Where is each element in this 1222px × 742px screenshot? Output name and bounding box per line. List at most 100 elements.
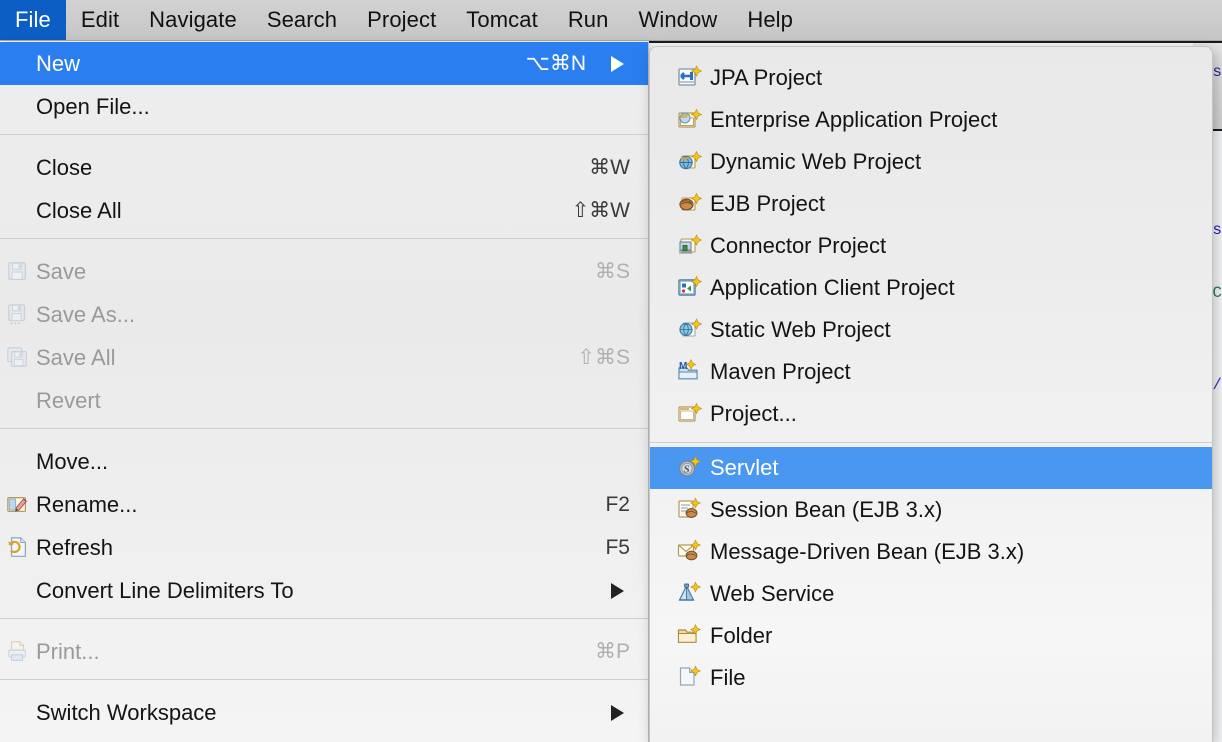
menu-separator — [0, 238, 648, 250]
print-icon — [6, 640, 30, 664]
submenu-item-label: File — [710, 665, 745, 691]
submenu-item-label: JPA Project — [710, 65, 822, 91]
submenu-item-label: Project... — [710, 401, 797, 427]
menu-separator — [0, 134, 648, 146]
menu-item-shortcut: ⌘W — [589, 155, 630, 180]
menu-item-label: Refresh — [36, 535, 113, 561]
submenu-item-label: Message-Driven Bean (EJB 3.x) — [710, 539, 1024, 565]
new-submenu-item-ejb-project[interactable]: EJB Project — [650, 183, 1212, 225]
menu-item-shortcut: ⌘P — [595, 639, 630, 664]
menu-item-label: Save All — [36, 345, 116, 371]
menu-item-label: Switch Workspace — [36, 700, 217, 726]
menu-separator — [0, 618, 648, 630]
submenu-item-label: Application Client Project — [710, 275, 955, 301]
file-menu-item-open-file[interactable]: Open File... — [0, 85, 648, 128]
menubar-item-search[interactable]: Search — [252, 0, 352, 40]
submenu-separator — [650, 442, 1212, 443]
file-menu-item-save: Save⌘S — [0, 250, 648, 293]
menu-item-label: Close — [36, 155, 92, 181]
new-submenu-item-enterprise-application-project[interactable]: Enterprise Application Project — [650, 99, 1212, 141]
menubar-item-navigate[interactable]: Navigate — [134, 0, 252, 40]
new-submenu-item-file[interactable]: File — [650, 657, 1212, 699]
new-submenu-item-maven-project[interactable]: M Maven Project — [650, 351, 1212, 393]
editor-code-fragment: s — [1212, 221, 1222, 239]
submenu-item-label: Web Service — [710, 581, 834, 607]
submenu-item-label: Servlet — [710, 455, 778, 481]
save-icon — [6, 260, 30, 284]
menubar-item-window[interactable]: Window — [623, 0, 732, 40]
submenu-arrow-icon — [611, 583, 624, 599]
new-submenu-item-project[interactable]: Project... — [650, 393, 1212, 435]
menu-item-shortcut: ⌥⌘N — [526, 51, 586, 76]
save-all-icon — [6, 346, 30, 370]
file-menu-item-convert-line-delimiters-to[interactable]: Convert Line Delimiters To — [0, 569, 648, 612]
file-menu-item-rename[interactable]: Rename... F2 — [0, 483, 648, 526]
editor-code-fragment: / — [1212, 376, 1222, 394]
file-menu-item-refresh[interactable]: Refresh F5 — [0, 526, 648, 569]
submenu-item-label: Maven Project — [710, 359, 851, 385]
new-submenu-item-folder[interactable]: Folder — [650, 615, 1212, 657]
file-menu-dropdown[interactable]: New⌥⌘N Open File... Close ⌘W Close All ⇧⌘W Sav… — [0, 42, 649, 742]
menu-item-label: Rename... — [36, 492, 138, 518]
file-menu-item-close[interactable]: Close ⌘W — [0, 146, 648, 189]
file-menu-item-save-as: Save As... — [0, 293, 648, 336]
menu-item-label: Save — [36, 259, 86, 285]
editor-tab-strip-line — [649, 41, 1222, 43]
new-submenu-item-application-client-project[interactable]: Application Client Project — [650, 267, 1212, 309]
folder-icon — [676, 623, 702, 649]
static-web-project-icon — [676, 317, 702, 343]
menubar-item-tomcat[interactable]: Tomcat — [451, 0, 553, 40]
new-submenu-item-dynamic-web-project[interactable]: Dynamic Web Project — [650, 141, 1212, 183]
menu-separator — [0, 679, 648, 691]
submenu-item-label: Enterprise Application Project — [710, 107, 997, 133]
new-submenu-dropdown[interactable]: JPA Project Enterprise Application Projec… — [649, 46, 1213, 742]
message-driven-bean-icon — [676, 539, 702, 565]
file-menu-item-restart[interactable]: Restart — [0, 734, 648, 742]
maven-project-icon: M — [676, 359, 702, 385]
menu-item-shortcut: F5 — [605, 536, 630, 560]
submenu-item-label: Session Bean (EJB 3.x) — [710, 497, 942, 523]
submenu-item-label: Static Web Project — [710, 317, 891, 343]
file-menu-item-close-all[interactable]: Close All ⇧⌘W — [0, 189, 648, 232]
submenu-arrow-icon — [611, 56, 624, 72]
svg-text:M: M — [679, 361, 687, 372]
file-menu-item-print: Print... ⌘P — [0, 630, 648, 673]
menu-item-label: Revert — [36, 388, 101, 414]
new-submenu-item-message-driven-bean-ejb-3-x[interactable]: Message-Driven Bean (EJB 3.x) — [650, 531, 1212, 573]
menu-separator — [0, 428, 648, 440]
menu-item-shortcut: ⇧⌘W — [572, 198, 630, 223]
rename-icon — [6, 493, 30, 517]
menubar-item-edit[interactable]: Edit — [66, 0, 134, 40]
file-menu-item-switch-workspace[interactable]: Switch Workspace — [0, 691, 648, 734]
menu-item-label: Close All — [36, 198, 122, 224]
save-as-icon — [6, 303, 30, 327]
new-submenu-item-web-service[interactable]: Web Service — [650, 573, 1212, 615]
new-submenu-item-static-web-project[interactable]: Static Web Project — [650, 309, 1212, 351]
file-menu-item-move[interactable]: Move... — [0, 440, 648, 483]
menubar-item-file[interactable]: File — [0, 0, 66, 40]
submenu-item-label: Folder — [710, 623, 772, 649]
new-submenu-item-connector-project[interactable]: Connector Project — [650, 225, 1212, 267]
refresh-icon — [6, 536, 30, 560]
new-submenu-item-servlet[interactable]: S Servlet — [650, 447, 1212, 489]
menu-item-shortcut: F2 — [605, 493, 630, 517]
menubar-item-project[interactable]: Project — [352, 0, 451, 40]
submenu-item-label: Connector Project — [710, 233, 886, 259]
menubar-item-run[interactable]: Run — [553, 0, 624, 40]
new-submenu-item-jpa-project[interactable]: JPA Project — [650, 57, 1212, 99]
dynamic-web-project-icon — [676, 149, 702, 175]
menu-item-label: Convert Line Delimiters To — [36, 578, 294, 604]
file-menu-item-new[interactable]: New⌥⌘N — [0, 42, 648, 85]
menu-item-label: Move... — [36, 449, 108, 475]
file-icon — [676, 665, 702, 691]
menu-bar[interactable]: FileEditNavigateSearchProjectTomcatRunWi… — [0, 0, 1222, 41]
menu-item-label: Save As... — [36, 302, 135, 328]
enterprise-application-project-icon — [676, 107, 702, 133]
menu-item-shortcut: ⇧⌘S — [577, 345, 630, 370]
project-icon — [676, 401, 702, 427]
menubar-item-help[interactable]: Help — [732, 0, 808, 40]
menu-item-label: Open File... — [36, 94, 150, 120]
svg-text:S: S — [684, 463, 690, 475]
new-submenu-item-session-bean-ejb-3-x[interactable]: Session Bean (EJB 3.x) — [650, 489, 1212, 531]
menu-item-label: Print... — [36, 639, 100, 665]
